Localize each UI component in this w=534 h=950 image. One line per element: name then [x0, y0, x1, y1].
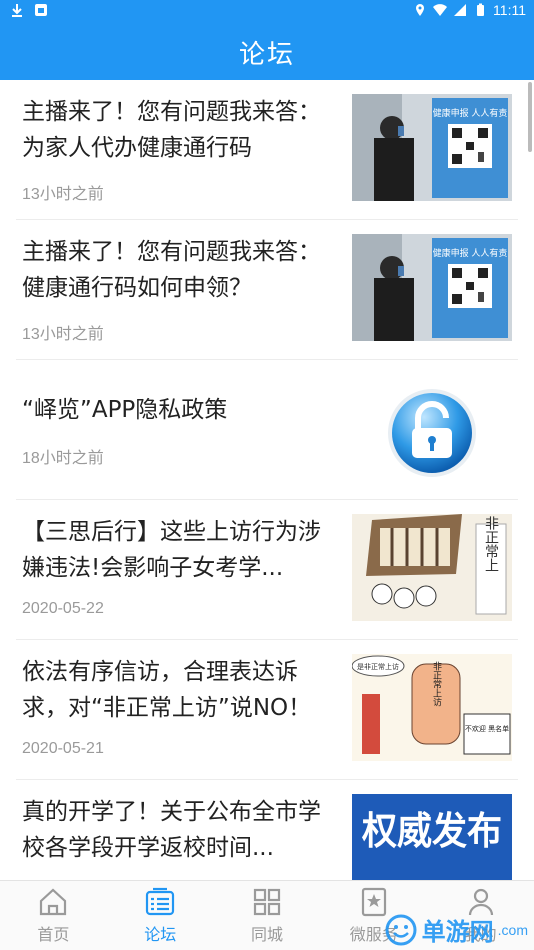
poster-text: 健康申报 人人有责	[433, 247, 508, 259]
app-bar: 论坛	[0, 24, 534, 80]
board-text: 不欢迎 黑名单	[465, 724, 509, 733]
page-title: 论坛	[238, 39, 295, 70]
list-item[interactable]: “峄览”APP隐私政策 18小时之前	[16, 360, 518, 500]
hand-text: 非正常上访	[431, 660, 442, 707]
list-item[interactable]: 依法有序信访，合理表达诉求，对“非正常上访”说NO！ 2020-05-21 是非…	[16, 640, 518, 780]
bubble-text: 是非正常上访	[357, 662, 399, 671]
tab-label: 同城	[250, 925, 283, 944]
watermark: 单游网 .com	[384, 912, 528, 947]
article-title: 依法有序信访，合理表达诉求，对“非正常上访”说NO！	[22, 659, 312, 721]
list-item[interactable]: 主播来了！您有问题我来答：为家人代办健康通行码 13小时之前 健康申报 人人有责	[16, 80, 518, 220]
home-icon	[40, 888, 67, 916]
article-title: 【三思后行】这些上访行为涉嫌违法!会影响子女考学...	[22, 519, 321, 581]
lock-icon	[352, 380, 512, 487]
tab-forum[interactable]: 论坛	[107, 881, 214, 950]
watermark-suffix: .com	[497, 921, 528, 938]
status-bar: 11:11	[0, 0, 534, 24]
article-time: 2020-05-21	[22, 740, 104, 757]
article-title: 主播来了！您有问题我来答：为家人代办健康通行码	[22, 99, 321, 161]
location-icon	[416, 4, 425, 16]
banner-text: 权威发布	[361, 808, 502, 853]
article-thumbnail: 健康申报 人人有责	[352, 234, 512, 341]
status-time: 11:11	[493, 2, 526, 18]
download-icon	[12, 4, 22, 17]
article-time: 13小时之前	[22, 326, 104, 343]
wifi-icon	[433, 4, 448, 16]
list-item[interactable]: 【三思后行】这些上访行为涉嫌违法!会影响子女考学... 2020-05-22 非…	[16, 500, 518, 640]
watermark-text: 单游网	[421, 918, 494, 946]
article-title: 真的开学了！关于公布全市学校各学段开学返校时间...	[22, 799, 321, 861]
article-thumbnail: 权威发布	[352, 794, 512, 880]
grid-icon	[253, 888, 281, 916]
notification-icon	[35, 4, 47, 16]
forum-list-icon	[146, 887, 175, 916]
article-title: “峄览”APP隐私政策	[22, 397, 228, 423]
article-time: 18小时之前	[22, 450, 104, 467]
signal-icon	[454, 4, 467, 16]
article-thumbnail: 是非正常上访 非正常上访 不欢迎 黑名单	[352, 654, 512, 761]
article-thumbnail: 健康申报 人人有责	[352, 94, 512, 201]
article-time: 13小时之前	[22, 186, 104, 203]
article-list[interactable]: 主播来了！您有问题我来答：为家人代办健康通行码 13小时之前 健康申报 人人有责…	[0, 80, 534, 880]
poster-text: 健康申报 人人有责	[433, 107, 508, 119]
smiley-logo-icon	[385, 914, 417, 945]
list-item[interactable]: 主播来了！您有问题我来答：健康通行码如何申领？ 13小时之前 健康申报 人人有责	[16, 220, 518, 360]
sign-text: 非正常上	[483, 516, 499, 572]
article-time: 2020-05-22	[22, 600, 104, 617]
tab-local[interactable]: 同城	[214, 881, 321, 950]
tab-home[interactable]: 首页	[0, 881, 107, 950]
article-title: 主播来了！您有问题我来答：健康通行码如何申领？	[22, 239, 321, 301]
tab-label: 论坛	[144, 925, 177, 944]
tab-label: 首页	[37, 925, 70, 944]
battery-icon	[477, 3, 485, 16]
scrollbar[interactable]	[528, 82, 532, 152]
list-item[interactable]: 真的开学了！关于公布全市学校各学段开学返校时间... 权威发布	[16, 780, 518, 880]
article-thumbnail: 非正常上	[352, 514, 512, 621]
